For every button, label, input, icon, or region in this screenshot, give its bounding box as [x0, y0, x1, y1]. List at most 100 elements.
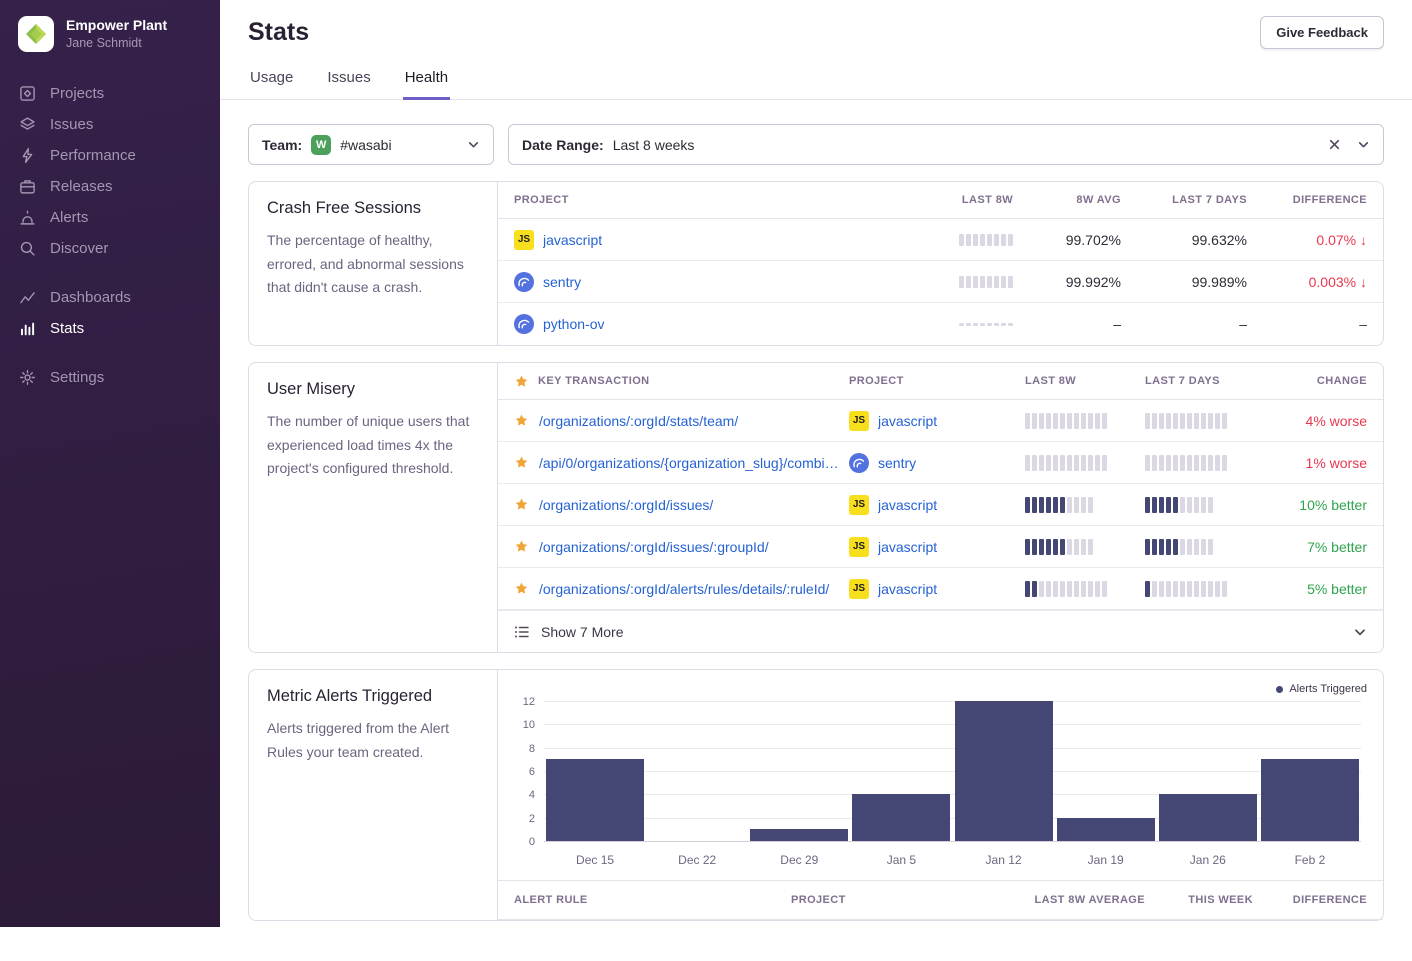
spark-bar — [1081, 539, 1086, 555]
page-title: Stats — [248, 18, 309, 47]
team-select[interactable]: Team: W #wasabi — [248, 124, 494, 165]
date-range-value: Last 8 weeks — [613, 137, 695, 153]
project-link[interactable]: sentry — [543, 274, 581, 290]
tab-issues[interactable]: Issues — [325, 59, 372, 100]
table-row: sentry 99.992% 99.989% 0.003% ↓ — [498, 261, 1383, 303]
spark-bar — [1102, 455, 1107, 471]
star-icon[interactable] — [514, 413, 529, 428]
spark-bar — [1152, 539, 1157, 555]
column-project: PROJECT — [514, 194, 885, 206]
spark-bar — [959, 323, 964, 326]
star-icon[interactable] — [514, 581, 529, 596]
project-link[interactable]: javascript — [878, 581, 937, 597]
project-link[interactable]: sentry — [878, 455, 916, 471]
transaction-link[interactable]: /organizations/:orgId/issues/:groupId/ — [539, 539, 769, 555]
spark-bar — [1194, 497, 1199, 513]
spark-bar — [1201, 539, 1206, 555]
project-link[interactable]: javascript — [878, 497, 937, 513]
show-more-label: Show 7 More — [541, 624, 623, 640]
chart-bar — [750, 829, 848, 841]
star-icon[interactable] — [514, 539, 529, 554]
user-name: Jane Schmidt — [66, 35, 167, 52]
sparkline-last-8w — [1025, 413, 1137, 429]
sidebar-item-discover[interactable]: Discover — [18, 233, 202, 264]
panel-description: Alerts triggered from the Alert Rules yo… — [267, 717, 479, 764]
spark-bar — [1060, 455, 1065, 471]
sidebar-item-stats[interactable]: Stats — [18, 313, 202, 344]
metric-alerts-panel: Metric Alerts Triggered Alerts triggered… — [248, 669, 1384, 921]
sidebar-item-dashboards[interactable]: Dashboards — [18, 282, 202, 313]
spark-bar — [1074, 539, 1079, 555]
last-7d-value: 99.632% — [1129, 232, 1247, 248]
spark-bar — [1095, 413, 1100, 429]
spark-bar — [1208, 413, 1213, 429]
table-row: /organizations/:orgId/issues/:groupId/ J… — [498, 526, 1383, 568]
spark-bar — [1187, 539, 1192, 555]
main-content: Stats Give Feedback Usage Issues Health … — [220, 0, 1412, 927]
spark-bar — [1074, 413, 1079, 429]
project-link[interactable]: javascript — [543, 232, 602, 248]
org-switcher[interactable]: Empower Plant Jane Schmidt — [0, 16, 220, 52]
spark-bar — [1194, 455, 1199, 471]
clear-icon[interactable] — [1328, 138, 1341, 151]
spark-bar — [1025, 455, 1030, 471]
panel-title: User Misery — [267, 380, 479, 399]
project-link[interactable]: javascript — [878, 413, 937, 429]
team-select-value: #wasabi — [340, 137, 391, 153]
org-logo-icon — [18, 16, 54, 52]
spark-bar — [1088, 497, 1093, 513]
sidebar-item-alerts[interactable]: Alerts — [18, 202, 202, 233]
javascript-project-icon: JS — [849, 537, 869, 557]
spark-bar — [1208, 581, 1213, 597]
date-range-select[interactable]: Date Range: Last 8 weeks — [508, 124, 1384, 165]
column-last-7-days: LAST 7 DAYS — [1129, 194, 1247, 206]
spark-bar — [1088, 581, 1093, 597]
spark-bar — [1095, 581, 1100, 597]
column-last-8w: LAST 8W — [1025, 375, 1137, 387]
spark-bar — [1039, 455, 1044, 471]
project-link[interactable]: python-ov — [543, 316, 604, 332]
transaction-link[interactable]: /organizations/:orgId/alerts/rules/detai… — [539, 581, 829, 597]
chart-legend: Alerts Triggered — [514, 682, 1367, 696]
tab-usage[interactable]: Usage — [248, 59, 295, 100]
sidebar-item-settings[interactable]: Settings — [18, 362, 202, 393]
difference-value: 0.07% ↓ — [1255, 232, 1367, 248]
spark-bar — [1159, 455, 1164, 471]
alerts-chart-plot — [544, 702, 1361, 842]
transaction-link[interactable]: /api/0/organizations/{organization_slug}… — [539, 455, 841, 471]
spark-bar — [987, 276, 992, 288]
spark-bar — [1053, 455, 1058, 471]
stats-icon — [18, 320, 36, 337]
tab-health[interactable]: Health — [403, 59, 450, 100]
chevron-down-icon — [1353, 625, 1367, 639]
metric-alerts-body: Alerts Triggered 024681012 Dec 15Dec 22D… — [498, 670, 1383, 920]
sparkline-last-7d — [1145, 497, 1257, 513]
spark-bar — [1032, 539, 1037, 555]
spark-bar — [1053, 581, 1058, 597]
sidebar-item-projects[interactable]: Projects — [18, 78, 202, 109]
sidebar-item-releases[interactable]: Releases — [18, 171, 202, 202]
spark-bar — [966, 234, 971, 246]
give-feedback-button[interactable]: Give Feedback — [1260, 16, 1384, 49]
spark-bar — [994, 234, 999, 246]
spark-bar — [1180, 539, 1185, 555]
table-row: /organizations/:orgId/issues/ JS javascr… — [498, 484, 1383, 526]
spark-bar — [1067, 413, 1072, 429]
table-row: JS javascript 99.702% 99.632% 0.07% ↓ — [498, 219, 1383, 261]
show-more-button[interactable]: Show 7 More — [498, 610, 1383, 652]
sidebar-item-performance[interactable]: Performance — [18, 140, 202, 171]
projects-icon — [18, 85, 36, 102]
spark-bar — [1166, 539, 1171, 555]
project-link[interactable]: javascript — [878, 539, 937, 555]
table-row: python-ov – – – — [498, 303, 1383, 345]
nav-label: Dashboards — [50, 289, 131, 306]
star-icon[interactable] — [514, 455, 529, 470]
spark-bar — [1166, 581, 1171, 597]
transaction-link[interactable]: /organizations/:orgId/issues/ — [539, 497, 713, 513]
star-icon[interactable] — [514, 497, 529, 512]
sidebar-item-issues[interactable]: Issues — [18, 109, 202, 140]
spark-bar — [1039, 413, 1044, 429]
transaction-link[interactable]: /organizations/:orgId/stats/team/ — [539, 413, 738, 429]
javascript-project-icon: JS — [514, 230, 534, 250]
team-badge: W — [311, 135, 331, 155]
